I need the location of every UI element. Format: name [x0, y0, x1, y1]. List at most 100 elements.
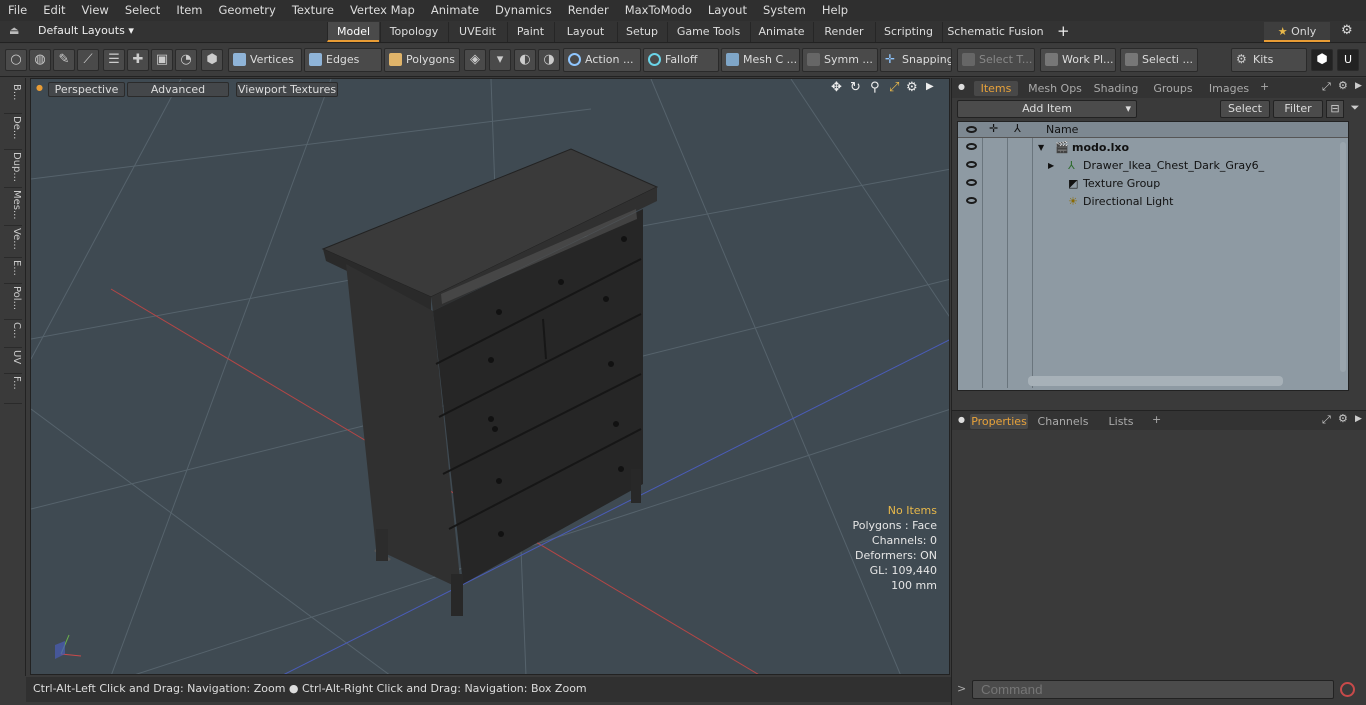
clock-icon[interactable]: ◔ [175, 49, 197, 71]
add-properties-tab-icon[interactable]: + [1152, 413, 1161, 426]
symmetry-right-icon[interactable]: ◑ [538, 49, 560, 71]
box-icon[interactable]: ▣ [151, 49, 173, 71]
layout-preset-dropdown[interactable]: Default Layouts ▾ [38, 24, 134, 37]
list-item[interactable]: ☀ Directional Light [958, 193, 1348, 211]
viewport-menu-arrow-icon[interactable]: ▶ [926, 81, 934, 92]
list-item[interactable]: ▶ ⅄ Drawer_Ikea_Chest_Dark_Gray6_ [958, 157, 1348, 175]
visibility-eye-icon[interactable] [966, 143, 977, 150]
left-tab-deform[interactable]: De... [4, 116, 22, 150]
select-button[interactable]: Select [1220, 100, 1270, 118]
tab-layout[interactable]: Layout [554, 22, 616, 42]
menu-animate[interactable]: Animate [423, 0, 487, 21]
expand-arrow-icon[interactable]: ▼ [1038, 139, 1044, 157]
brush-icon[interactable]: ⟋ [77, 49, 99, 71]
mesh-constraint-button[interactable]: Mesh C ... [721, 48, 800, 72]
tab-items[interactable]: Items [974, 81, 1018, 96]
maximize-view-icon[interactable]: ⤢ [889, 80, 899, 95]
unreal-icon[interactable]: U [1337, 49, 1359, 71]
tab-channels[interactable]: Channels [1035, 414, 1091, 429]
items-panel-gear-icon[interactable]: ⚙ [1338, 79, 1348, 92]
tab-render[interactable]: Render [813, 22, 874, 42]
tab-game-tools[interactable]: Game Tools [667, 22, 749, 42]
globe-icon[interactable]: ◍ [29, 49, 51, 71]
menu-help[interactable]: Help [814, 0, 856, 21]
tab-topology[interactable]: Topology [380, 22, 447, 42]
pin-icon[interactable]: ⏏ [9, 24, 19, 37]
properties-arrow-icon[interactable]: ▶ [1355, 414, 1362, 424]
tab-paint[interactable]: Paint [507, 22, 553, 42]
3d-viewport[interactable] [30, 78, 950, 675]
command-input[interactable] [972, 680, 1334, 699]
tab-scripting[interactable]: Scripting [875, 22, 941, 42]
menu-geometry[interactable]: Geometry [211, 0, 284, 21]
visibility-eye-icon[interactable] [966, 179, 977, 186]
polygons-button[interactable]: Polygons [384, 48, 460, 72]
left-tab-uv[interactable]: UV [4, 350, 22, 374]
expand-properties-icon[interactable]: ⤢ [1322, 413, 1331, 427]
menu-item[interactable]: Item [168, 0, 210, 21]
edges-button[interactable]: Edges [304, 48, 382, 72]
left-tab-vertex[interactable]: Ve... [4, 228, 22, 258]
menu-view[interactable]: View [74, 0, 117, 21]
center-icon[interactable]: ✚ [127, 49, 149, 71]
select-through-button[interactable]: Select T... [957, 48, 1035, 72]
tab-model[interactable]: Model [327, 22, 379, 42]
viewport-textures-button[interactable]: Viewport Textures [236, 82, 338, 97]
tab-groups[interactable]: Groups [1148, 81, 1198, 96]
menu-file[interactable]: File [0, 0, 35, 21]
pen-icon[interactable]: ✎ [53, 49, 75, 71]
left-tab-fusion[interactable]: F... [4, 376, 22, 404]
advanced-button[interactable]: Advanced [127, 82, 229, 97]
add-tab-icon[interactable]: + [1057, 22, 1070, 40]
selection-sets-button[interactable]: Selecti ... [1120, 48, 1198, 72]
vertical-scrollbar[interactable] [1340, 142, 1346, 372]
falloff-button[interactable]: Falloff [643, 48, 719, 72]
material-icon[interactable]: ◈ [464, 49, 486, 71]
tab-lists[interactable]: Lists [1097, 414, 1145, 429]
circle-select-icon[interactable]: ○ [5, 49, 27, 71]
visibility-eye-icon[interactable] [966, 161, 977, 168]
left-tab-curve[interactable]: C... [4, 322, 22, 348]
record-macro-icon[interactable] [1340, 682, 1355, 697]
left-tab-basic[interactable]: B... [4, 84, 22, 114]
align-icon[interactable]: ☰ [103, 49, 125, 71]
symmetry-left-icon[interactable]: ◐ [514, 49, 536, 71]
action-center-button[interactable]: Action ... [563, 48, 641, 72]
left-tab-mesh-edit[interactable]: Mes... [4, 190, 22, 226]
perspective-button[interactable]: Perspective [48, 82, 125, 97]
list-item[interactable]: ▼ 🎬 modo.lxo [958, 139, 1348, 157]
rotate-view-icon[interactable]: ↻ [850, 80, 861, 95]
menu-system[interactable]: System [755, 0, 814, 21]
menu-layout[interactable]: Layout [700, 0, 755, 21]
add-panel-tab-icon[interactable]: + [1260, 80, 1269, 93]
filter-button[interactable]: Filter [1273, 100, 1323, 118]
tab-animate[interactable]: Animate [750, 22, 812, 42]
funnel-icon[interactable]: ⏷ [1347, 100, 1363, 118]
menu-render[interactable]: Render [560, 0, 617, 21]
menu-dynamics[interactable]: Dynamics [487, 0, 560, 21]
move-view-icon[interactable]: ✥ [831, 80, 842, 95]
tab-properties[interactable]: Properties [970, 414, 1028, 429]
settings-gear-icon[interactable]: ⚙ [1341, 23, 1353, 38]
cube-icon[interactable]: ⬢ [1311, 49, 1333, 71]
tab-uvedit[interactable]: UVEdit [448, 22, 506, 42]
expand-panel-icon[interactable]: ⤢ [1322, 80, 1331, 94]
add-item-dropdown[interactable]: Add Item ▾ [957, 100, 1137, 118]
material-dropdown-icon[interactable]: ▾ [489, 49, 511, 71]
tab-shading[interactable]: Shading [1090, 81, 1142, 96]
horizontal-scrollbar[interactable] [1028, 376, 1283, 386]
tab-images[interactable]: Images [1204, 81, 1254, 96]
properties-gear-icon[interactable]: ⚙ [1338, 412, 1348, 425]
symmetry-button[interactable]: Symm ... [802, 48, 878, 72]
tab-schematic-fusion[interactable]: Schematic Fusion [942, 22, 1048, 42]
left-tab-edge[interactable]: E... [4, 260, 22, 284]
menu-maxtomodo[interactable]: MaxToModo [617, 0, 700, 21]
work-plane-button[interactable]: Work Pl... [1040, 48, 1116, 72]
viewport-gear-icon[interactable]: ⚙ [906, 80, 918, 95]
only-toggle[interactable]: ★ Only [1264, 22, 1330, 42]
list-item[interactable]: ◩ Texture Group [958, 175, 1348, 193]
collapse-arrow-icon[interactable]: ▶ [1048, 157, 1054, 175]
tab-setup[interactable]: Setup [617, 22, 666, 42]
zoom-view-icon[interactable]: ⚲ [870, 80, 880, 95]
items-panel-dot-icon[interactable]: ● [958, 82, 965, 91]
